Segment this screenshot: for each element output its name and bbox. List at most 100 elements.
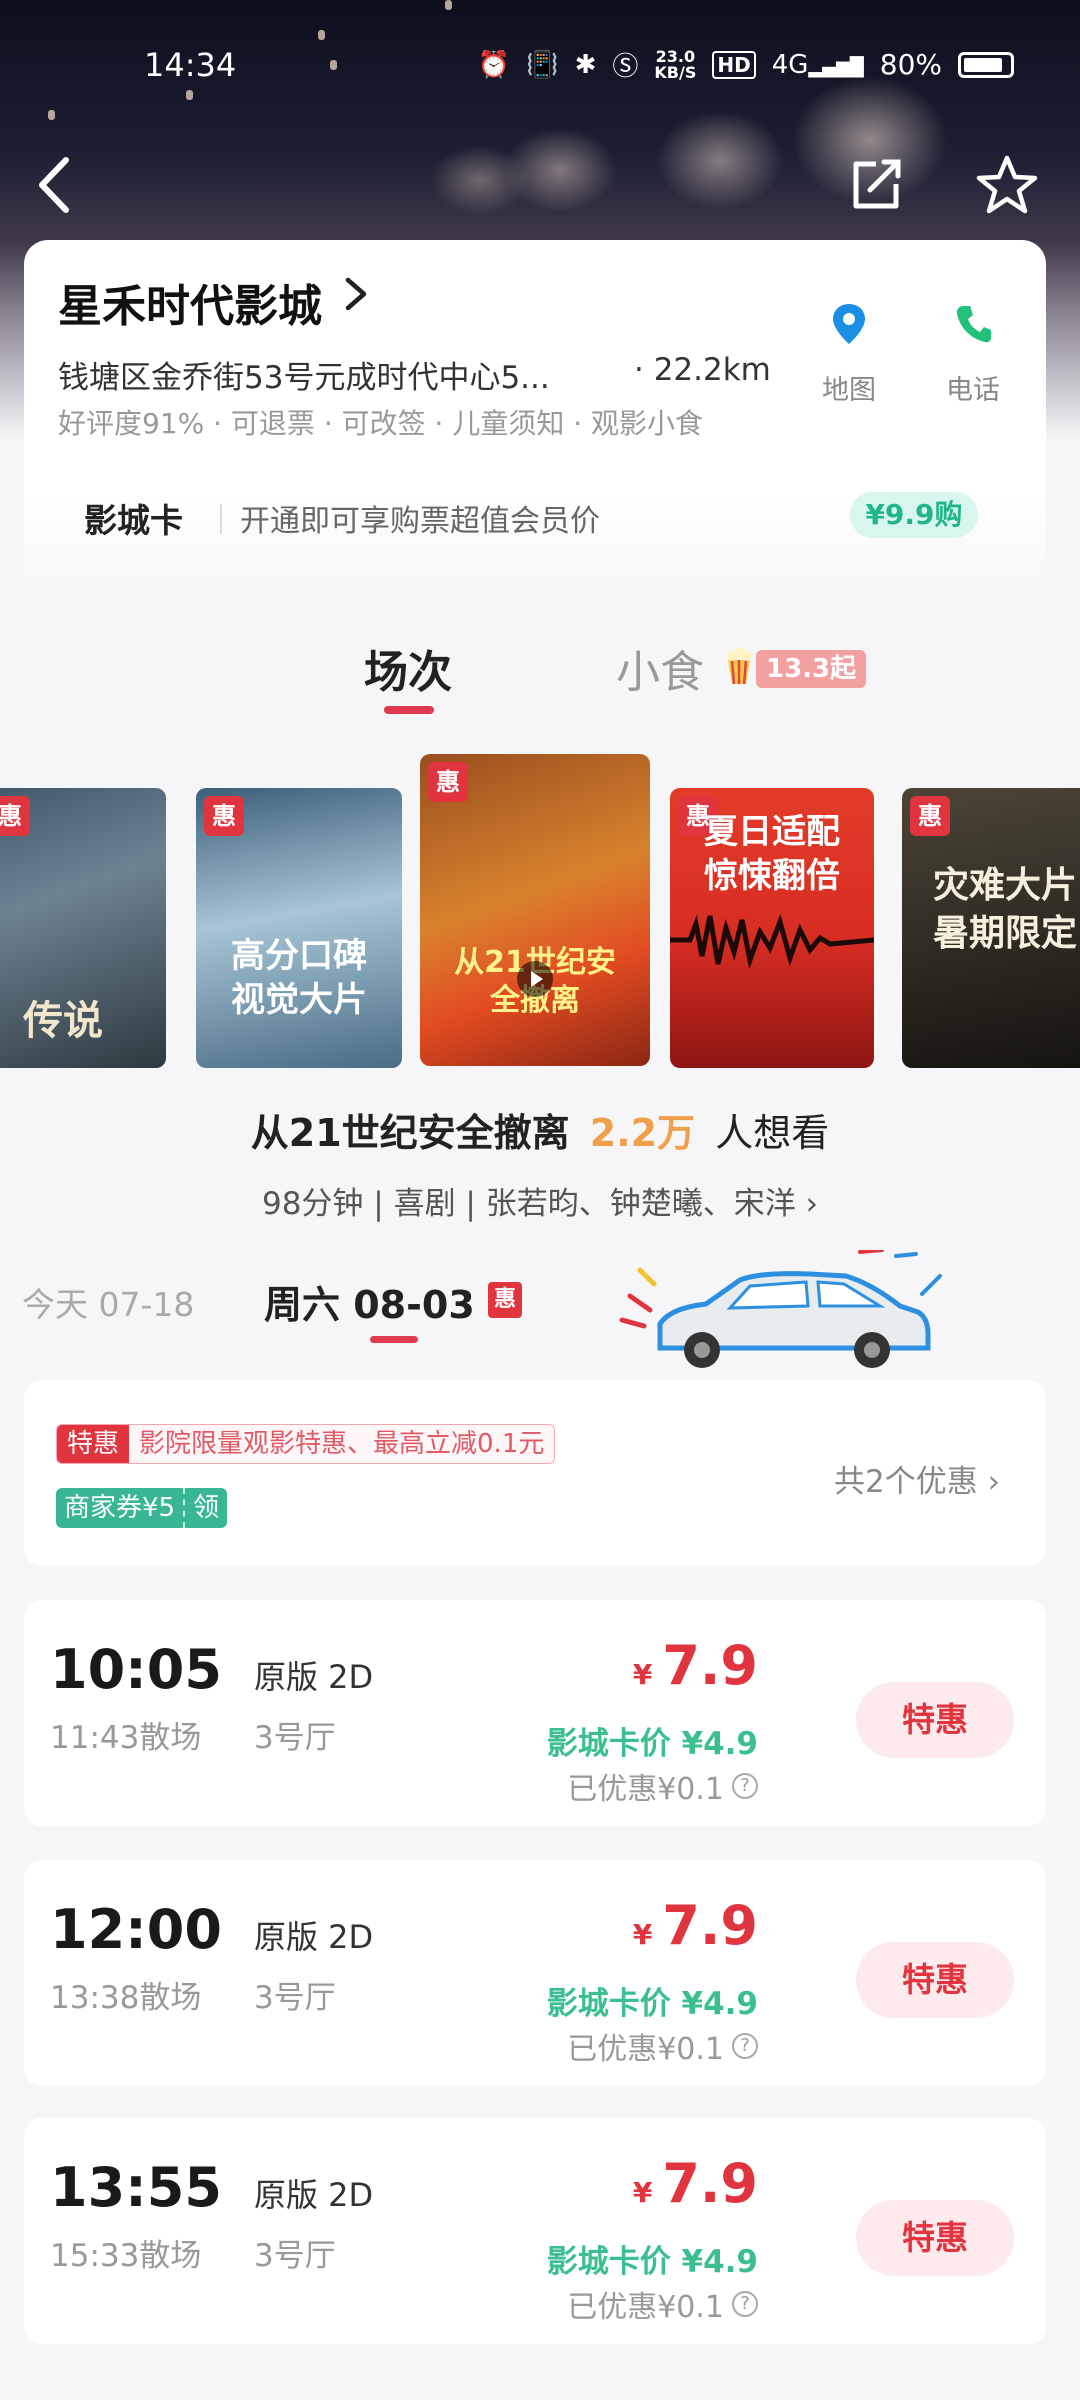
phone-icon [956, 306, 991, 343]
tab-bar: 场次 小食 13.3起 [0, 636, 1080, 726]
special-offer-text: 影院限量观影特惠、最高立减0.1元 [129, 1425, 555, 1463]
member-card-title: 影城卡 [84, 501, 183, 540]
showtime-start: 10:05 [50, 1638, 222, 1701]
divider [220, 504, 222, 534]
map-button[interactable]: 地图 [804, 302, 894, 407]
vibrate-icon: 📳 [526, 49, 559, 80]
poster-text: 夏日适配 惊悚翻倍 [704, 812, 840, 896]
signal-label: 4G [771, 49, 809, 80]
back-arrow-icon [39, 157, 69, 213]
signal-icon: 4G▂▄▆█ [771, 49, 864, 80]
map-label: 地图 [822, 375, 876, 406]
discount-info: 已优惠¥0.1? [567, 2024, 758, 2068]
buy-ticket-button[interactable]: 特惠 [856, 1942, 1014, 2018]
cinema-name[interactable]: 星禾时代影城 [58, 270, 322, 334]
currency-symbol: ¥ [632, 1918, 653, 1951]
discount-badge: 惠 [428, 762, 468, 802]
showtime-hall: 3号厅 [254, 2238, 336, 2274]
active-date-indicator [370, 1336, 418, 1343]
movie-poster[interactable]: 惠 灾难大片 暑期限定 [902, 788, 1080, 1068]
status-bar: 14:34 ⏰ 📳 ✱ Ⓢ 23.0 KB/S HD 4G▂▄▆█ 80% [0, 40, 1080, 90]
showtime-price: ¥7.9 [633, 1634, 758, 1697]
showtime-price: ¥7.9 [633, 1894, 758, 1957]
showtime-version: 原版 2D [254, 2176, 374, 2214]
showtime-row[interactable]: 12:00 13:38散场 原版 2D 3号厅 ¥7.9 影城卡价 ¥4.9 已… [24, 1860, 1046, 2086]
currency-symbol: ¥ [632, 1658, 653, 1691]
buy-ticket-button[interactable]: 特惠 [856, 2200, 1014, 2276]
vpn-icon: Ⓢ [612, 52, 639, 82]
price-value: 7.9 [662, 2152, 758, 2215]
cinema-info-card: 星禾时代影城 钱塘区金乔街53号元成时代中心5... · 22.2km 好评度9… [24, 240, 1046, 600]
sound-wave-graphic [670, 914, 874, 970]
poster-text: 高分口碑 视觉大片 [231, 936, 367, 1020]
promotion-count-link[interactable]: 共2个优惠 › [834, 1456, 1000, 1501]
buy-ticket-button[interactable]: 特惠 [856, 1682, 1014, 1758]
popcorn-icon [727, 647, 752, 685]
special-offer-tag: 特惠 影院限量观影特惠、最高立减0.1元 [56, 1424, 556, 1464]
date-today[interactable]: 今天 07-18 [22, 1278, 194, 1326]
showtime-version: 原版 2D [254, 1918, 374, 1956]
snacks-price-badge: 13.3起 [756, 650, 867, 688]
movie-poster-carousel[interactable]: 惠 传说 惠 高分口碑 视觉大片 惠 从21世纪安全撤离 惠 夏日适配 惊悚翻倍… [0, 752, 1080, 1068]
movie-meta[interactable]: 98分钟 | 喜剧 | 张若昀、钟楚曦、宋洋 › [0, 1178, 1080, 1223]
car-illustration [619, 1250, 942, 1368]
movie-poster[interactable]: 惠 传说 [0, 788, 166, 1068]
tab-snacks[interactable]: 小食 [616, 636, 704, 700]
date-selected[interactable]: 周六 08-03 [264, 1274, 475, 1329]
showtime-row[interactable]: 13:55 15:33散场 原版 2D 3号厅 ¥7.9 影城卡价 ¥4.9 已… [24, 2118, 1046, 2344]
member-card-price: 影城卡价 ¥4.9 [546, 2244, 758, 2280]
want-count: 2.2万 [589, 1111, 696, 1155]
discount-badge: 惠 [0, 796, 30, 836]
alarm-icon: ⏰ [477, 49, 511, 80]
coupon-tag[interactable]: 商家券¥5 领 [56, 1488, 228, 1528]
share-button[interactable] [840, 150, 910, 220]
coupon-claim[interactable]: 领 [183, 1488, 228, 1528]
member-card-price: 影城卡价 ¥4.9 [546, 1726, 758, 1762]
member-card-bar[interactable]: 影城卡 开通即可享购票超值会员价 ¥9.9购 [24, 472, 1046, 572]
discount-badge: 惠 [910, 796, 950, 836]
cinema-distance: · 22.2km [634, 352, 771, 388]
movie-poster-selected[interactable]: 惠 从21世纪安全撤离 [420, 754, 650, 1066]
star-icon [976, 155, 1038, 214]
battery-percent: 80% [879, 48, 942, 81]
showtime-start: 12:00 [50, 1898, 222, 1961]
movie-title: 从21世纪安全撤离 [250, 1111, 570, 1155]
poster-text: 灾难大片 暑期限定 [932, 865, 1077, 954]
help-icon[interactable]: ? [732, 1773, 758, 1799]
help-icon[interactable]: ? [732, 2291, 758, 2317]
discount-text: 已优惠¥0.1 [567, 2290, 724, 2325]
net-speed: 23.0 KB/S [654, 46, 697, 82]
bluetooth-icon: ✱ [574, 49, 597, 80]
movie-poster[interactable]: 惠 夏日适配 惊悚翻倍 [670, 788, 874, 1068]
battery-icon [958, 51, 1014, 78]
movie-poster[interactable]: 惠 高分口碑 视觉大片 [196, 788, 402, 1068]
active-tab-indicator [384, 706, 434, 714]
play-icon [517, 961, 553, 997]
phone-button[interactable]: 电话 [928, 302, 1018, 407]
showtime-row[interactable]: 10:05 11:43散场 原版 2D 3号厅 ¥7.9 影城卡价 ¥4.9 已… [24, 1600, 1046, 1826]
chevron-right-icon[interactable] [342, 274, 370, 314]
favorite-button[interactable] [972, 150, 1042, 220]
special-offer-label: 特惠 [57, 1425, 130, 1463]
price-value: 7.9 [662, 1634, 758, 1697]
tab-sessions[interactable]: 场次 [364, 636, 452, 700]
showtime-start: 13:55 [50, 2156, 222, 2219]
movie-title-row: 从21世纪安全撤离 2.2万 人想看 [0, 1102, 1080, 1157]
showtime-end: 13:38散场 [50, 1980, 202, 2016]
coupon-label: 商家券¥5 [56, 1488, 184, 1528]
status-time: 14:34 [144, 46, 237, 84]
discount-badge: 惠 [204, 796, 244, 836]
member-card-buy-button[interactable]: ¥9.9购 [850, 492, 978, 538]
help-icon[interactable]: ? [732, 2033, 758, 2059]
promotion-card[interactable]: 特惠 影院限量观影特惠、最高立减0.1元 商家券¥5 领 共2个优惠 › [24, 1380, 1046, 1566]
date-selector: 今天 07-18 周六 08-03 惠 [0, 1250, 1080, 1368]
showtime-version: 原版 2D [254, 1658, 374, 1696]
back-button[interactable] [24, 150, 94, 220]
discount-text: 已优惠¥0.1 [567, 2032, 724, 2067]
top-nav [0, 150, 1080, 220]
member-card-desc: 开通即可享购票超值会员价 [240, 504, 600, 539]
discount-info: 已优惠¥0.1? [567, 2282, 758, 2326]
member-card-price: 影城卡价 ¥4.9 [546, 1986, 758, 2022]
showtime-end: 15:33散场 [50, 2238, 202, 2274]
showtime-end: 11:43散场 [50, 1720, 202, 1756]
